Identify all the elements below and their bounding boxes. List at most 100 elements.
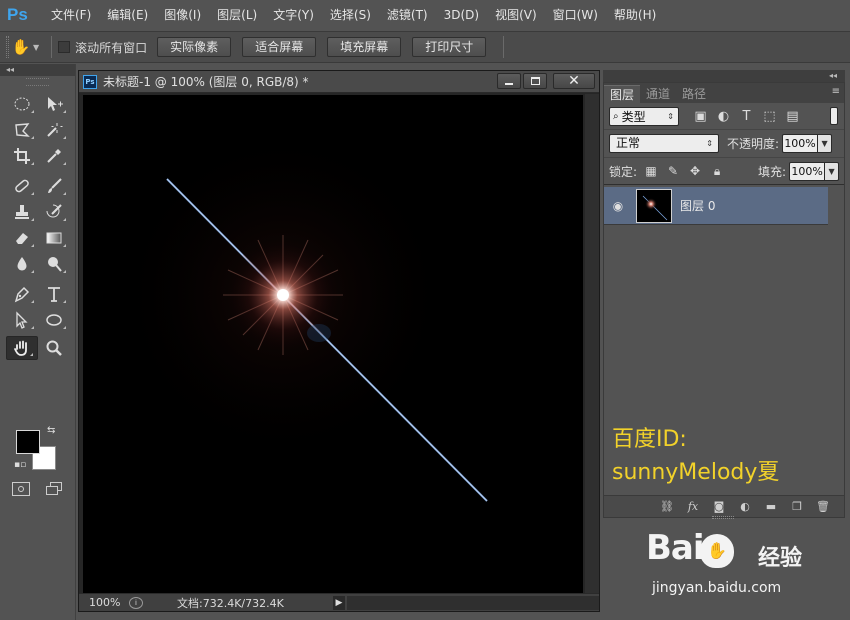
panel-resize-grip[interactable] — [712, 516, 734, 519]
maximize-button[interactable] — [523, 73, 547, 89]
filter-pixel-icon[interactable]: ▣ — [689, 109, 712, 124]
add-mask-icon[interactable]: ◙ — [706, 500, 732, 513]
fill-screen-button[interactable]: 填充屏幕 — [327, 37, 402, 57]
status-info-icon[interactable]: i — [129, 596, 143, 609]
new-group-icon[interactable]: ▬ — [758, 500, 784, 513]
pen-tool-icon[interactable] — [6, 282, 38, 306]
menu-filter[interactable]: 滤镜(T) — [379, 0, 436, 30]
minimize-button[interactable] — [497, 73, 521, 89]
menu-help[interactable]: 帮助(H) — [606, 0, 664, 30]
fit-screen-button[interactable]: 适合屏幕 — [242, 37, 317, 57]
layer-row[interactable]: ◉ 图层 0 — [604, 187, 828, 225]
filter-kind-value: 类型 — [621, 109, 646, 124]
fill-label: 填充: — [758, 164, 787, 179]
lock-pixels-icon[interactable]: ✎ — [662, 164, 684, 178]
eraser-tool-icon[interactable] — [6, 226, 38, 250]
menu-select[interactable]: 选择(S) — [322, 0, 379, 30]
actual-pixels-button[interactable]: 实际像素 — [157, 37, 232, 57]
opacity-dropdown-icon[interactable]: ▼ — [818, 134, 833, 153]
default-colors-icon[interactable]: ▪▫ — [14, 460, 26, 470]
print-size-button[interactable]: 打印尺寸 — [412, 37, 487, 57]
layer-thumbnail[interactable] — [636, 188, 672, 223]
quick-mask-icon[interactable] — [12, 482, 30, 496]
site-watermark: Bai ✋ 经验 jingyan.baidu.com — [640, 524, 840, 604]
gradient-tool-icon[interactable] — [38, 226, 70, 250]
chevron-down-icon: ⇕ — [706, 139, 713, 148]
chevron-down-icon: ⇕ — [667, 111, 674, 121]
eye-icon[interactable]: ◉ — [604, 199, 632, 213]
fill-field[interactable]: 100% — [789, 161, 826, 181]
clone-stamp-tool-icon[interactable] — [6, 200, 38, 224]
swap-colors-icon[interactable]: ⇆ — [47, 425, 55, 436]
vertical-scrollbar[interactable] — [585, 94, 599, 594]
menu-view[interactable]: 视图(V) — [487, 0, 545, 30]
layer-filter-row: ⌕ 类型 ⇕ ▣ ◐ T ⬚ ▤ — [604, 103, 844, 129]
foreground-color-swatch[interactable] — [16, 430, 40, 454]
filter-kind-select[interactable]: ⌕ 类型 ⇕ — [609, 106, 679, 126]
ellipse-tool-icon[interactable] — [38, 308, 70, 332]
menu-file[interactable]: 文件(F) — [43, 0, 99, 30]
new-layer-icon[interactable]: ❐ — [784, 500, 810, 513]
menu-edit[interactable]: 编辑(E) — [99, 0, 156, 30]
blend-mode-select[interactable]: 正常 ⇕ — [609, 134, 719, 153]
menu-window[interactable]: 窗口(W) — [545, 0, 606, 30]
paw-logo-icon: ✋ — [700, 534, 734, 568]
menu-3d[interactable]: 3D(D) — [436, 0, 487, 30]
brush-tool-icon[interactable] — [38, 174, 70, 198]
layers-footer: ⛓︎ fx ◙ ◐ ▬ ❐ 🗑︎ — [604, 495, 844, 517]
lasso-tool-icon[interactable] — [6, 118, 38, 142]
tab-channels[interactable]: 通道 — [640, 85, 676, 103]
hand-tool-preset-icon[interactable]: ✋ — [9, 36, 33, 58]
canvas[interactable] — [83, 95, 583, 595]
link-layers-icon[interactable]: ⛓︎ — [654, 500, 680, 513]
photoshop-window: Ps 文件(F) 编辑(E) 图像(I) 图层(L) 文字(Y) 选择(S) 滤… — [0, 0, 850, 620]
zoom-level-field[interactable]: 100% — [79, 596, 125, 609]
fill-dropdown-icon[interactable]: ▼ — [825, 161, 840, 181]
horizontal-scrollbar[interactable] — [347, 595, 599, 610]
lock-position-icon[interactable]: ✥ — [684, 164, 706, 178]
layer-style-icon[interactable]: fx — [680, 500, 706, 513]
lock-all-icon[interactable]: 🔒︎ — [706, 164, 728, 179]
crop-tool-icon[interactable] — [6, 144, 38, 168]
lock-transparent-icon[interactable]: ▦ — [640, 164, 662, 178]
filter-toggle[interactable] — [830, 107, 838, 125]
hand-tool-icon[interactable] — [6, 336, 38, 360]
menu-layer[interactable]: 图层(L) — [209, 0, 265, 30]
chevron-down-icon[interactable]: ▼ — [33, 43, 39, 52]
zoom-tool-icon[interactable] — [38, 336, 70, 360]
magic-wand-tool-icon[interactable] — [38, 118, 70, 142]
document-window: Ps 未标题-1 @ 100% (图层 0, RGB/8) * ✕ 100% i… — [78, 70, 600, 612]
close-button[interactable]: ✕ — [553, 73, 595, 89]
tab-paths[interactable]: 路径 — [676, 85, 712, 103]
move-tool-icon[interactable] — [38, 92, 70, 116]
status-bar: 100% i 文档:732.4K/732.4K ▶ — [79, 593, 599, 611]
marquee-tool-icon[interactable] — [6, 92, 38, 116]
toolbox-grip[interactable] — [26, 78, 49, 86]
collapse-icon[interactable]: ◂◂ — [0, 64, 75, 76]
type-tool-icon[interactable] — [38, 282, 70, 306]
menu-image[interactable]: 图像(I) — [156, 0, 209, 30]
filter-adjustment-icon[interactable]: ◐ — [712, 109, 735, 124]
filter-type-icon[interactable]: T — [735, 109, 758, 124]
path-selection-tool-icon[interactable] — [6, 308, 38, 332]
status-menu-arrow-icon[interactable]: ▶ — [333, 595, 345, 610]
menu-type[interactable]: 文字(Y) — [265, 0, 322, 30]
tab-layers[interactable]: 图层 — [604, 85, 641, 103]
document-title-bar[interactable]: Ps 未标题-1 @ 100% (图层 0, RGB/8) * ✕ — [79, 71, 599, 93]
history-brush-tool-icon[interactable] — [38, 200, 70, 224]
layer-name[interactable]: 图层 0 — [680, 197, 715, 214]
adjustment-layer-icon[interactable]: ◐ — [732, 500, 758, 513]
watermark-line-2: sunnyMelody夏 — [612, 460, 780, 485]
panel-menu-icon[interactable]: ≡ — [832, 86, 840, 97]
healing-brush-tool-icon[interactable] — [6, 174, 38, 198]
screen-mode-icon[interactable] — [44, 482, 64, 498]
panel-collapse-icon[interactable]: ◂◂ — [603, 70, 845, 82]
delete-layer-icon[interactable]: 🗑︎ — [810, 500, 836, 513]
opacity-field[interactable]: 100% — [782, 134, 819, 153]
blur-tool-icon[interactable] — [6, 252, 38, 276]
filter-shape-icon[interactable]: ⬚ — [758, 109, 781, 124]
dodge-tool-icon[interactable] — [38, 252, 70, 276]
filter-smart-object-icon[interactable]: ▤ — [781, 109, 804, 124]
eyedropper-tool-icon[interactable] — [38, 144, 70, 168]
scroll-all-windows-checkbox[interactable] — [58, 41, 71, 53]
